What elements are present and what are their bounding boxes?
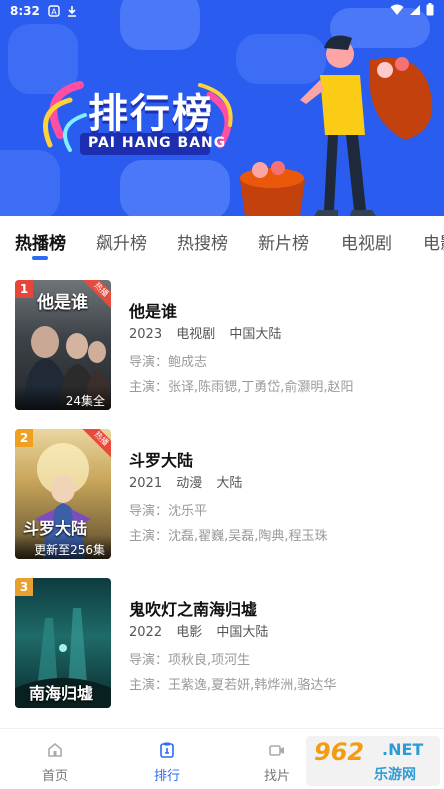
ranking-item[interactable]: 3 南海归墟 鬼吹灯之南海归墟 2022 电影 中国大陆 导演：项秋良,项河生 … — [0, 578, 444, 718]
poster-image[interactable]: 3 南海归墟 — [15, 578, 111, 708]
ranking-item[interactable]: 2 热播 斗罗大陆 更新至256集 斗罗大陆 2021 动漫 大陆 导演：沈乐平… — [0, 429, 444, 569]
tab-movie[interactable]: 电影 — [423, 229, 444, 254]
item-director: 导演：沈乐平 — [129, 504, 208, 519]
notification-a-icon: A — [48, 5, 60, 17]
rank-badge: 2 — [15, 429, 33, 447]
app: 8:32 A 排行榜 PAI HANG BANG 热播榜 飙升榜 热搜榜 新片榜… — [0, 0, 444, 789]
nav-find-film[interactable]: 找片 — [237, 729, 317, 789]
nav-find-film-label: 找片 — [263, 769, 290, 784]
status-time: 8:32 — [10, 4, 40, 18]
tab-hot-search[interactable]: 热搜榜 — [177, 229, 228, 254]
tab-new-release[interactable]: 新片榜 — [258, 229, 309, 254]
item-director: 导演：项秋良,项河生 — [129, 653, 251, 668]
watermark-site-name: 乐游网 — [374, 767, 416, 783]
nav-home-label: 首页 — [41, 769, 68, 784]
download-icon — [66, 5, 78, 17]
nav-ranking[interactable]: 排行 — [127, 729, 207, 789]
item-cast: 主演：王紫逸,夏若妍,韩烨洲,骆达华 — [129, 678, 337, 693]
banner-subtitle: PAI HANG BANG — [88, 135, 227, 151]
item-director: 导演：鲍成志 — [129, 355, 208, 370]
item-meta: 2021 动漫 大陆 — [129, 472, 252, 491]
item-year: 2023 — [129, 327, 163, 342]
item-region: 大陆 — [216, 476, 243, 491]
item-type: 动漫 — [176, 476, 203, 491]
wifi-icon — [390, 4, 404, 19]
tab-tv-series[interactable]: 电视剧 — [341, 229, 392, 254]
episode-status: 更新至256集 — [15, 535, 111, 559]
banner-title: 排行榜 — [88, 91, 214, 137]
watermark-number: 962 — [314, 738, 365, 766]
banner-illustration — [240, 35, 433, 216]
ranking-banner: 8:32 A 排行榜 PAI HANG BANG — [0, 0, 444, 216]
battery-icon — [426, 3, 434, 19]
item-title[interactable]: 鬼吹灯之南海归墟 — [129, 596, 257, 620]
item-title[interactable]: 他是谁 — [129, 298, 177, 322]
item-title[interactable]: 斗罗大陆 — [129, 447, 193, 471]
rank-badge: 1 — [15, 280, 33, 298]
tab-indicator — [32, 256, 48, 260]
item-meta: 2022 电影 中国大陆 — [129, 621, 278, 640]
poster-image[interactable]: 1 热播 他是谁 24集全 — [15, 280, 111, 410]
ranking-item[interactable]: 1 热播 他是谁 24集全 他是谁 2023 电视剧 中国大陆 导演：鲍成志 主… — [0, 280, 444, 420]
svg-text:A: A — [51, 8, 57, 17]
category-tabs: 热播榜 飙升榜 热搜榜 新片榜 电视剧 电影 — [0, 216, 444, 268]
item-region: 中国大陆 — [229, 327, 282, 342]
poster-title: 他是谁 — [37, 293, 88, 313]
watermark-net: .NET — [382, 740, 424, 759]
rank-badge: 3 — [15, 578, 33, 596]
item-year: 2021 — [129, 476, 163, 491]
item-cast: 主演：张译,陈雨锶,丁勇岱,俞灏明,赵阳 — [129, 380, 354, 395]
nav-ranking-label: 排行 — [153, 769, 180, 784]
item-type: 电影 — [176, 625, 203, 640]
tab-hot-play[interactable]: 热播榜 — [15, 229, 66, 254]
home-icon — [48, 742, 62, 757]
status-bar: 8:32 A — [0, 0, 444, 22]
poster-title: 南海归墟 — [29, 684, 94, 703]
item-meta: 2023 电视剧 中国大陆 — [129, 323, 291, 342]
episode-status: 24集全 — [15, 386, 111, 410]
watermark-logo: 962 .NET 乐游网 — [306, 736, 440, 786]
video-icon — [269, 745, 284, 756]
nav-home[interactable]: 首页 — [15, 729, 95, 789]
banner-logo: 排行榜 PAI HANG BANG — [40, 75, 240, 165]
item-cast: 主演：沈磊,翟巍,吴磊,陶典,程玉珠 — [129, 529, 328, 544]
poster-image[interactable]: 2 热播 斗罗大陆 更新至256集 — [15, 429, 111, 559]
tab-rising[interactable]: 飙升榜 — [96, 229, 147, 254]
item-type: 电视剧 — [176, 327, 216, 342]
item-region: 中国大陆 — [216, 625, 269, 640]
ranking-icon — [160, 742, 174, 758]
signal-icon — [409, 4, 421, 19]
item-year: 2022 — [129, 625, 163, 640]
